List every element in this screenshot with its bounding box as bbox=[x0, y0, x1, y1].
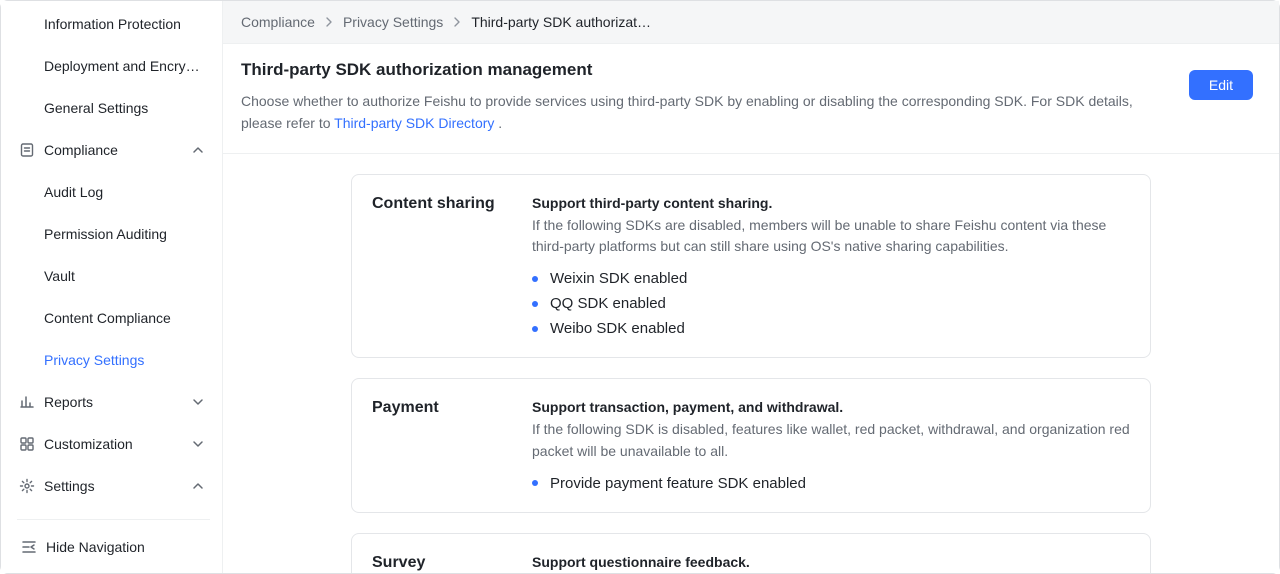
settings-icon bbox=[19, 478, 35, 494]
sidebar-item-label: General Settings bbox=[44, 100, 206, 116]
chevron-up-icon bbox=[190, 142, 206, 158]
section-survey: SurveySupport questionnaire feedback.If … bbox=[351, 533, 1151, 573]
status-dot-icon bbox=[532, 326, 538, 332]
hide-navigation-label: Hide Navigation bbox=[46, 539, 145, 555]
breadcrumb-current: Third-party SDK authorizat… bbox=[471, 14, 651, 30]
chevron-right-icon bbox=[323, 16, 335, 28]
sidebar-item-label: Content Compliance bbox=[44, 310, 206, 326]
section-hint: If the following SDKs are disabled, memb… bbox=[532, 215, 1130, 258]
breadcrumb-compliance[interactable]: Compliance bbox=[241, 14, 315, 30]
status-dot-icon bbox=[532, 276, 538, 282]
sdk-item: Provide payment feature SDK enabled bbox=[532, 475, 1130, 492]
sidebar-item-label: Privacy Settings bbox=[44, 352, 206, 368]
section-head: Support third-party content sharing. bbox=[532, 195, 1130, 211]
sidebar-item-label: Deployment and Encrypt… bbox=[44, 58, 206, 74]
sidebar-item-audit-log[interactable]: Audit Log bbox=[1, 171, 222, 213]
sidebar-item-permission-auditing[interactable]: Permission Auditing bbox=[1, 213, 222, 255]
section-head: Support questionnaire feedback. bbox=[532, 554, 1130, 570]
status-dot-icon bbox=[532, 301, 538, 307]
sidebar-item-general-settings[interactable]: General Settings bbox=[1, 87, 222, 129]
section-head: Support transaction, payment, and withdr… bbox=[532, 399, 1130, 415]
sidebar-item-customization[interactable]: Customization bbox=[1, 423, 222, 465]
sdk-item-label: QQ SDK enabled bbox=[550, 295, 666, 312]
main-content: Compliance Privacy Settings Third-party … bbox=[223, 1, 1279, 573]
reports-icon bbox=[19, 394, 35, 410]
sidebar-item-label: Vault bbox=[44, 268, 206, 284]
sdk-item: Weibo SDK enabled bbox=[532, 320, 1130, 337]
sidebar-item-reports[interactable]: Reports bbox=[1, 381, 222, 423]
sdk-item-label: Weibo SDK enabled bbox=[550, 320, 685, 337]
chevron-down-icon bbox=[190, 394, 206, 410]
compliance-icon bbox=[19, 142, 35, 158]
sidebar-item-label: Information Protection bbox=[44, 16, 206, 32]
section-title: Payment bbox=[372, 399, 532, 491]
sdk-item: Weixin SDK enabled bbox=[532, 270, 1130, 287]
collapse-icon bbox=[21, 539, 37, 555]
breadcrumb-privacy-settings[interactable]: Privacy Settings bbox=[343, 14, 443, 30]
sdk-item-label: Provide payment feature SDK enabled bbox=[550, 475, 806, 492]
section-payment: PaymentSupport transaction, payment, and… bbox=[351, 378, 1151, 512]
sidebar-item-label: Permission Auditing bbox=[44, 226, 206, 242]
hide-navigation-button[interactable]: Hide Navigation bbox=[17, 519, 210, 573]
sidebar-item-deployment-and-encrypt[interactable]: Deployment and Encrypt… bbox=[1, 45, 222, 87]
section-content-sharing: Content sharingSupport third-party conte… bbox=[351, 174, 1151, 358]
sidebar-item-settings[interactable]: Settings bbox=[1, 465, 222, 507]
chevron-up-icon bbox=[190, 478, 206, 494]
chevron-down-icon bbox=[190, 436, 206, 452]
sidebar-item-label: Audit Log bbox=[44, 184, 206, 200]
sidebar-item-label: Settings bbox=[44, 478, 190, 494]
section-title: Survey bbox=[372, 554, 532, 573]
page-header: Third-party SDK authorization management… bbox=[223, 44, 1279, 154]
edit-button[interactable]: Edit bbox=[1189, 70, 1253, 100]
page-title: Third-party SDK authorization management bbox=[241, 60, 1261, 80]
sidebar-item-label: Compliance bbox=[44, 142, 190, 158]
sidebar-item-label: Reports bbox=[44, 394, 190, 410]
section-title: Content sharing bbox=[372, 195, 532, 337]
status-dot-icon bbox=[532, 480, 538, 486]
sidebar-item-information-protection[interactable]: Information Protection bbox=[1, 3, 222, 45]
breadcrumb: Compliance Privacy Settings Third-party … bbox=[223, 1, 1279, 43]
customization-icon bbox=[19, 436, 35, 452]
sdk-item-label: Weixin SDK enabled bbox=[550, 270, 687, 287]
page-description: Choose whether to authorize Feishu to pr… bbox=[241, 90, 1161, 135]
sidebar-item-privacy-settings[interactable]: Privacy Settings bbox=[1, 339, 222, 381]
sidebar-item-label: Customization bbox=[44, 436, 190, 452]
sidebar-item-content-compliance[interactable]: Content Compliance bbox=[1, 297, 222, 339]
sidebar: Information Protection Deployment and Enc… bbox=[1, 1, 223, 573]
sidebar-item-vault[interactable]: Vault bbox=[1, 255, 222, 297]
section-hint: If the following SDK is disabled, featur… bbox=[532, 419, 1130, 462]
sdk-directory-link[interactable]: Third-party SDK Directory bbox=[334, 115, 494, 131]
sdk-item: QQ SDK enabled bbox=[532, 295, 1130, 312]
sidebar-item-compliance[interactable]: Compliance bbox=[1, 129, 222, 171]
chevron-right-icon bbox=[451, 16, 463, 28]
